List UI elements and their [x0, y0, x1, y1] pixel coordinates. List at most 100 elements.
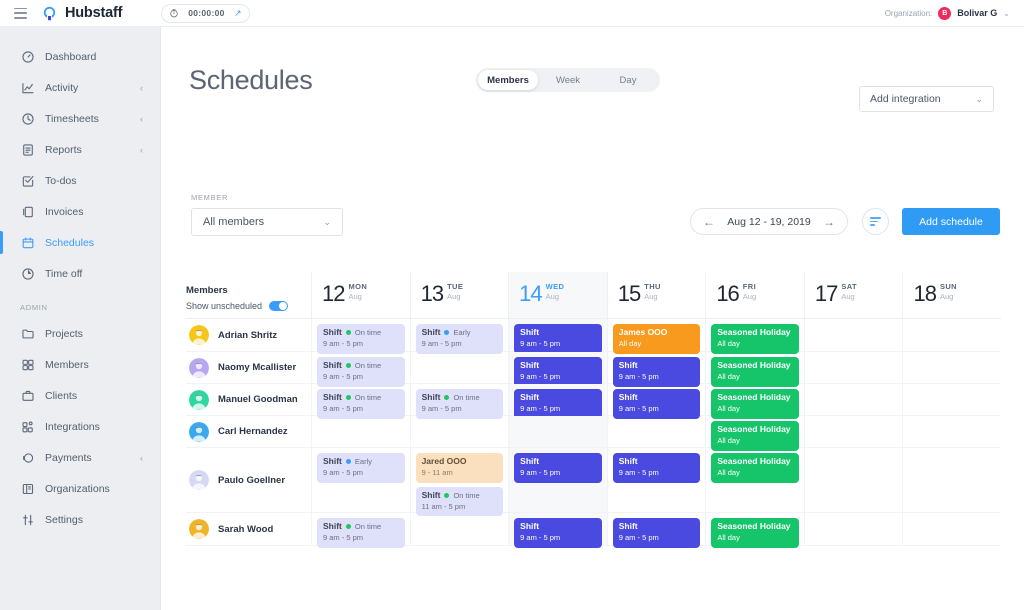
schedule-event[interactable]: Shift Early 9 am - 5 pm [415, 324, 504, 354]
next-week-arrow-icon[interactable]: → [823, 216, 835, 228]
calendar-cell[interactable]: Shift 9 am - 5 pm [508, 352, 607, 387]
sidebar-item-timesheets[interactable]: Timesheets ‹ [0, 103, 160, 134]
date-range-text[interactable]: Aug 12 - 19, 2019 [727, 216, 810, 228]
calendar-cell[interactable] [902, 448, 1001, 512]
calendar-cell[interactable] [803, 384, 903, 415]
calendar-cell[interactable]: Seasoned Holiday All day [705, 448, 804, 512]
schedule-event[interactable]: Shift Early 9 am - 5 pm [317, 453, 405, 483]
sidebar-item-reports[interactable]: Reports ‹ [0, 134, 160, 165]
calendar-cell[interactable] [803, 319, 903, 351]
organization-switcher[interactable]: Organization: B Bolivar G ⌄ [885, 6, 1010, 20]
calendar-cell[interactable] [409, 352, 509, 383]
calendar-cell[interactable]: Shift On time 9 am - 5 pm [311, 513, 410, 548]
schedule-event[interactable]: Shift 9 am - 5 pm [514, 357, 602, 387]
calendar-cell[interactable] [803, 416, 903, 447]
schedule-event[interactable]: Shift On time 9 am - 5 pm [317, 324, 405, 354]
calendar-cell[interactable]: Shift 9 am - 5 pm [606, 384, 706, 419]
schedule-event[interactable]: Shift On time 9 am - 5 pm [317, 518, 405, 548]
add-integration-dropdown[interactable]: Add integration ⌄ [859, 86, 994, 112]
calendar-cell[interactable]: Shift On time 9 am - 5 pm [311, 352, 410, 387]
member-cell[interactable]: Manuel Goodman [186, 384, 311, 415]
calendar-cell[interactable]: Jared OOO 9 - 11 am Shift On time 11 am - 5 … [409, 448, 509, 517]
member-cell[interactable]: Sarah Wood [186, 513, 311, 545]
calendar-cell[interactable] [902, 319, 1001, 351]
schedule-event[interactable]: Shift On time 9 am - 5 pm [415, 389, 504, 419]
calendar-cell[interactable]: Seasoned Holiday All day [705, 384, 804, 419]
schedule-event[interactable]: James OOO All day [612, 324, 701, 354]
schedule-event[interactable]: Shift On time 9 am - 5 pm [317, 357, 405, 387]
calendar-cell[interactable]: Seasoned Holiday All day [705, 319, 804, 354]
schedule-event[interactable]: Shift 9 am - 5 pm [612, 389, 701, 419]
schedule-event[interactable]: Shift 9 am - 5 pm [514, 389, 602, 419]
schedule-event[interactable]: Seasoned Holiday All day [711, 453, 799, 483]
calendar-cell[interactable]: James OOO All day [606, 319, 706, 354]
schedule-event[interactable]: Jared OOO 9 - 11 am [415, 453, 504, 483]
calendar-cell[interactable] [803, 448, 903, 512]
calendar-cell[interactable]: Shift 9 am - 5 pm [508, 319, 607, 354]
sidebar-item-schedules[interactable]: Schedules [0, 227, 160, 258]
calendar-cell[interactable]: Shift Early 9 am - 5 pm [409, 319, 509, 354]
schedule-event[interactable]: Seasoned Holiday All day [711, 389, 799, 419]
calendar-cell[interactable]: Shift On time 9 am - 5 pm [409, 384, 509, 419]
member-cell[interactable]: Adrian Shritz [186, 319, 311, 351]
calendar-cell[interactable] [508, 416, 607, 447]
day-header-sun[interactable]: 18 SUN Aug [902, 272, 1001, 318]
member-filter-dropdown[interactable]: All members ⌄ [191, 208, 343, 236]
calendar-cell[interactable]: Shift 9 am - 5 pm [606, 513, 706, 548]
tab-week[interactable]: Week [538, 70, 598, 90]
member-cell[interactable]: Carl Hernandez [186, 416, 311, 447]
calendar-cell[interactable]: Shift On time 9 am - 5 pm [311, 384, 410, 419]
schedule-event[interactable]: Shift On time 11 am - 5 pm [415, 486, 504, 517]
prev-week-arrow-icon[interactable]: ← [703, 216, 715, 228]
calendar-cell[interactable] [803, 513, 903, 545]
day-header-tue[interactable]: 13 TUE Aug [409, 272, 509, 318]
day-header-wed[interactable]: 14 WED Aug [508, 272, 607, 318]
filter-button[interactable] [862, 208, 889, 235]
schedule-event[interactable]: Shift 9 am - 5 pm [612, 453, 701, 483]
schedule-event[interactable]: Shift 9 am - 5 pm [514, 518, 602, 548]
brand-logo-group[interactable]: Hubstaff [41, 5, 122, 22]
calendar-cell[interactable] [902, 384, 1001, 415]
sidebar-item-to-dos[interactable]: To-dos [0, 165, 160, 196]
calendar-cell[interactable] [902, 513, 1001, 545]
schedule-event[interactable]: Seasoned Holiday All day [711, 421, 799, 451]
sidebar-item-organizations[interactable]: Organizations [0, 473, 160, 504]
day-header-mon[interactable]: 12 MON Aug [311, 272, 410, 318]
sidebar-item-settings[interactable]: Settings [0, 504, 160, 535]
sidebar-item-projects[interactable]: Projects [0, 318, 160, 349]
sidebar-item-time-off[interactable]: Time off [0, 258, 160, 289]
hamburger-menu-icon[interactable] [14, 7, 27, 19]
member-cell[interactable]: Paulo Goellner [186, 448, 311, 512]
schedule-event[interactable]: Seasoned Holiday All day [711, 324, 799, 354]
calendar-cell[interactable]: Shift On time 9 am - 5 pm [311, 319, 410, 354]
sidebar-item-members[interactable]: Members [0, 349, 160, 380]
schedule-event[interactable]: Seasoned Holiday All day [711, 357, 799, 387]
schedule-event[interactable]: Shift 9 am - 5 pm [514, 453, 602, 483]
member-cell[interactable]: Naomy Mcallister [186, 352, 311, 383]
day-header-fri[interactable]: 16 FRI Aug [705, 272, 804, 318]
calendar-cell[interactable] [311, 416, 410, 447]
day-header-sat[interactable]: 17 SAT Aug [803, 272, 903, 318]
sidebar-item-payments[interactable]: Payments ‹ [0, 442, 160, 473]
calendar-cell[interactable]: Shift 9 am - 5 pm [508, 384, 607, 419]
calendar-cell[interactable]: Seasoned Holiday All day [705, 352, 804, 387]
calendar-cell[interactable]: Shift 9 am - 5 pm [508, 448, 607, 512]
calendar-cell[interactable]: Seasoned Holiday All day [705, 416, 804, 451]
schedule-event[interactable]: Shift 9 am - 5 pm [612, 518, 701, 548]
sidebar-item-integrations[interactable]: Integrations [0, 411, 160, 442]
sidebar-item-clients[interactable]: Clients [0, 380, 160, 411]
calendar-cell[interactable]: Shift 9 am - 5 pm [606, 352, 706, 387]
schedule-event[interactable]: Shift On time 9 am - 5 pm [317, 389, 405, 419]
calendar-cell[interactable]: Seasoned Holiday All day [705, 513, 804, 548]
day-header-thu[interactable]: 15 THU Aug [606, 272, 706, 318]
sidebar-item-activity[interactable]: Activity ‹ [0, 72, 160, 103]
calendar-cell[interactable]: Shift 9 am - 5 pm [508, 513, 607, 548]
sidebar-item-invoices[interactable]: Invoices [0, 196, 160, 227]
show-unscheduled-toggle[interactable] [269, 301, 289, 311]
launch-icon[interactable]: ↗ [233, 7, 241, 18]
schedule-event[interactable]: Seasoned Holiday All day [711, 518, 799, 548]
calendar-cell[interactable] [902, 416, 1001, 447]
calendar-cell[interactable] [606, 416, 706, 447]
calendar-cell[interactable] [409, 416, 509, 447]
add-schedule-button[interactable]: Add schedule [902, 208, 1000, 235]
